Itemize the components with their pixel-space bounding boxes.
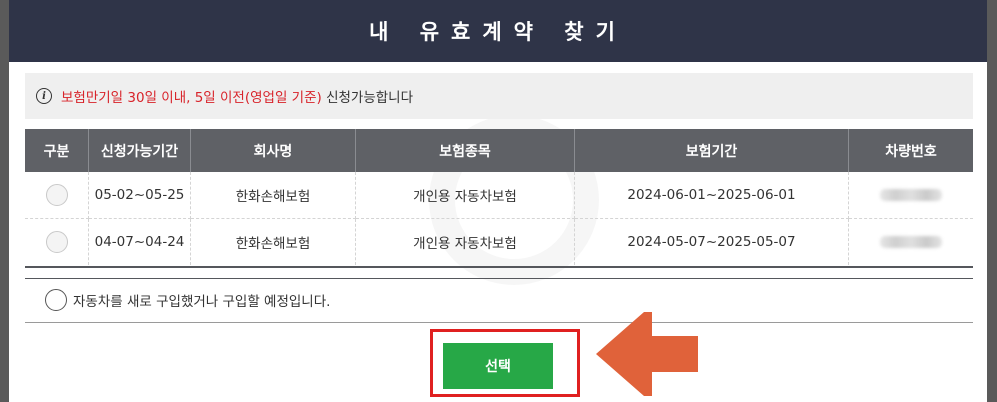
row-company: 한화손해보험 [190,172,356,219]
row-company: 한화손해보험 [190,218,356,265]
col-header-term: 보험기간 [574,129,849,172]
table-row[interactable]: 05-02~05-25 한화손해보험 개인용 자동차보험 2024-06-01~… [25,172,973,219]
arrow-left-icon [596,312,698,396]
row-select-cell[interactable] [25,218,89,265]
divider [25,266,973,268]
notice-highlight: 보험만기일 30일 이내, 5일 이전(영업일 기준) [61,90,322,106]
row-plate [849,219,974,266]
new-car-option[interactable]: 자동차를 새로 구입했거나 구입할 예정입니다. [45,289,330,311]
blurred-plate [880,236,942,248]
row-plate [848,172,973,219]
blurred-plate [880,189,942,201]
background-right [987,0,997,402]
row-radio[interactable] [45,231,68,253]
row-period: 04-07~04-24 [88,218,191,265]
table-row[interactable]: 04-07~04-24 한화손해보험 개인용 자동차보험 2024-05-07~… [25,218,974,266]
row-term: 2024-05-07~2025-05-07 [574,218,849,265]
modal-header: 내 유효계약 찾기 [9,0,987,62]
notice-box: i 보험만기일 30일 이내, 5일 이전(영업일 기준) 신청가능합니다 [25,73,973,119]
col-header-company: 회사명 [190,129,356,172]
col-header-period: 신청가능기간 [88,129,191,172]
table-header-row: 구분 신청가능기간 회사명 보험종목 보험기간 차량번호 [25,129,973,172]
select-button[interactable]: 선택 [443,343,553,389]
new-car-radio[interactable] [45,289,67,311]
notice-text: 보험만기일 30일 이내, 5일 이전(영업일 기준) 신청가능합니다 [61,86,413,106]
modal-title: 내 유효계약 찾기 [369,20,627,44]
row-select-cell[interactable] [25,172,89,219]
col-header-type: 보험종목 [355,129,575,172]
divider [25,278,973,279]
row-term: 2024-06-01~2025-06-01 [574,172,849,219]
contract-search-modal: 내 유효계약 찾기 i 보험만기일 30일 이내, 5일 이전(영업일 기준) … [9,0,987,402]
row-period: 05-02~05-25 [88,172,191,219]
row-type: 개인용 자동차보험 [355,172,575,219]
row-radio[interactable] [45,184,68,206]
col-header-plate: 차량번호 [848,129,973,172]
contract-table: 구분 신청가능기간 회사명 보험종목 보험기간 차량번호 05-02~05-25… [25,129,973,265]
row-type: 개인용 자동차보험 [355,218,575,265]
info-icon: i [36,88,52,104]
divider [25,322,973,323]
notice-rest: 신청가능합니다 [321,90,414,106]
col-header-division: 구분 [25,129,89,172]
new-car-label: 자동차를 새로 구입했거나 구입할 예정입니다. [73,294,331,310]
background-left [0,0,9,402]
